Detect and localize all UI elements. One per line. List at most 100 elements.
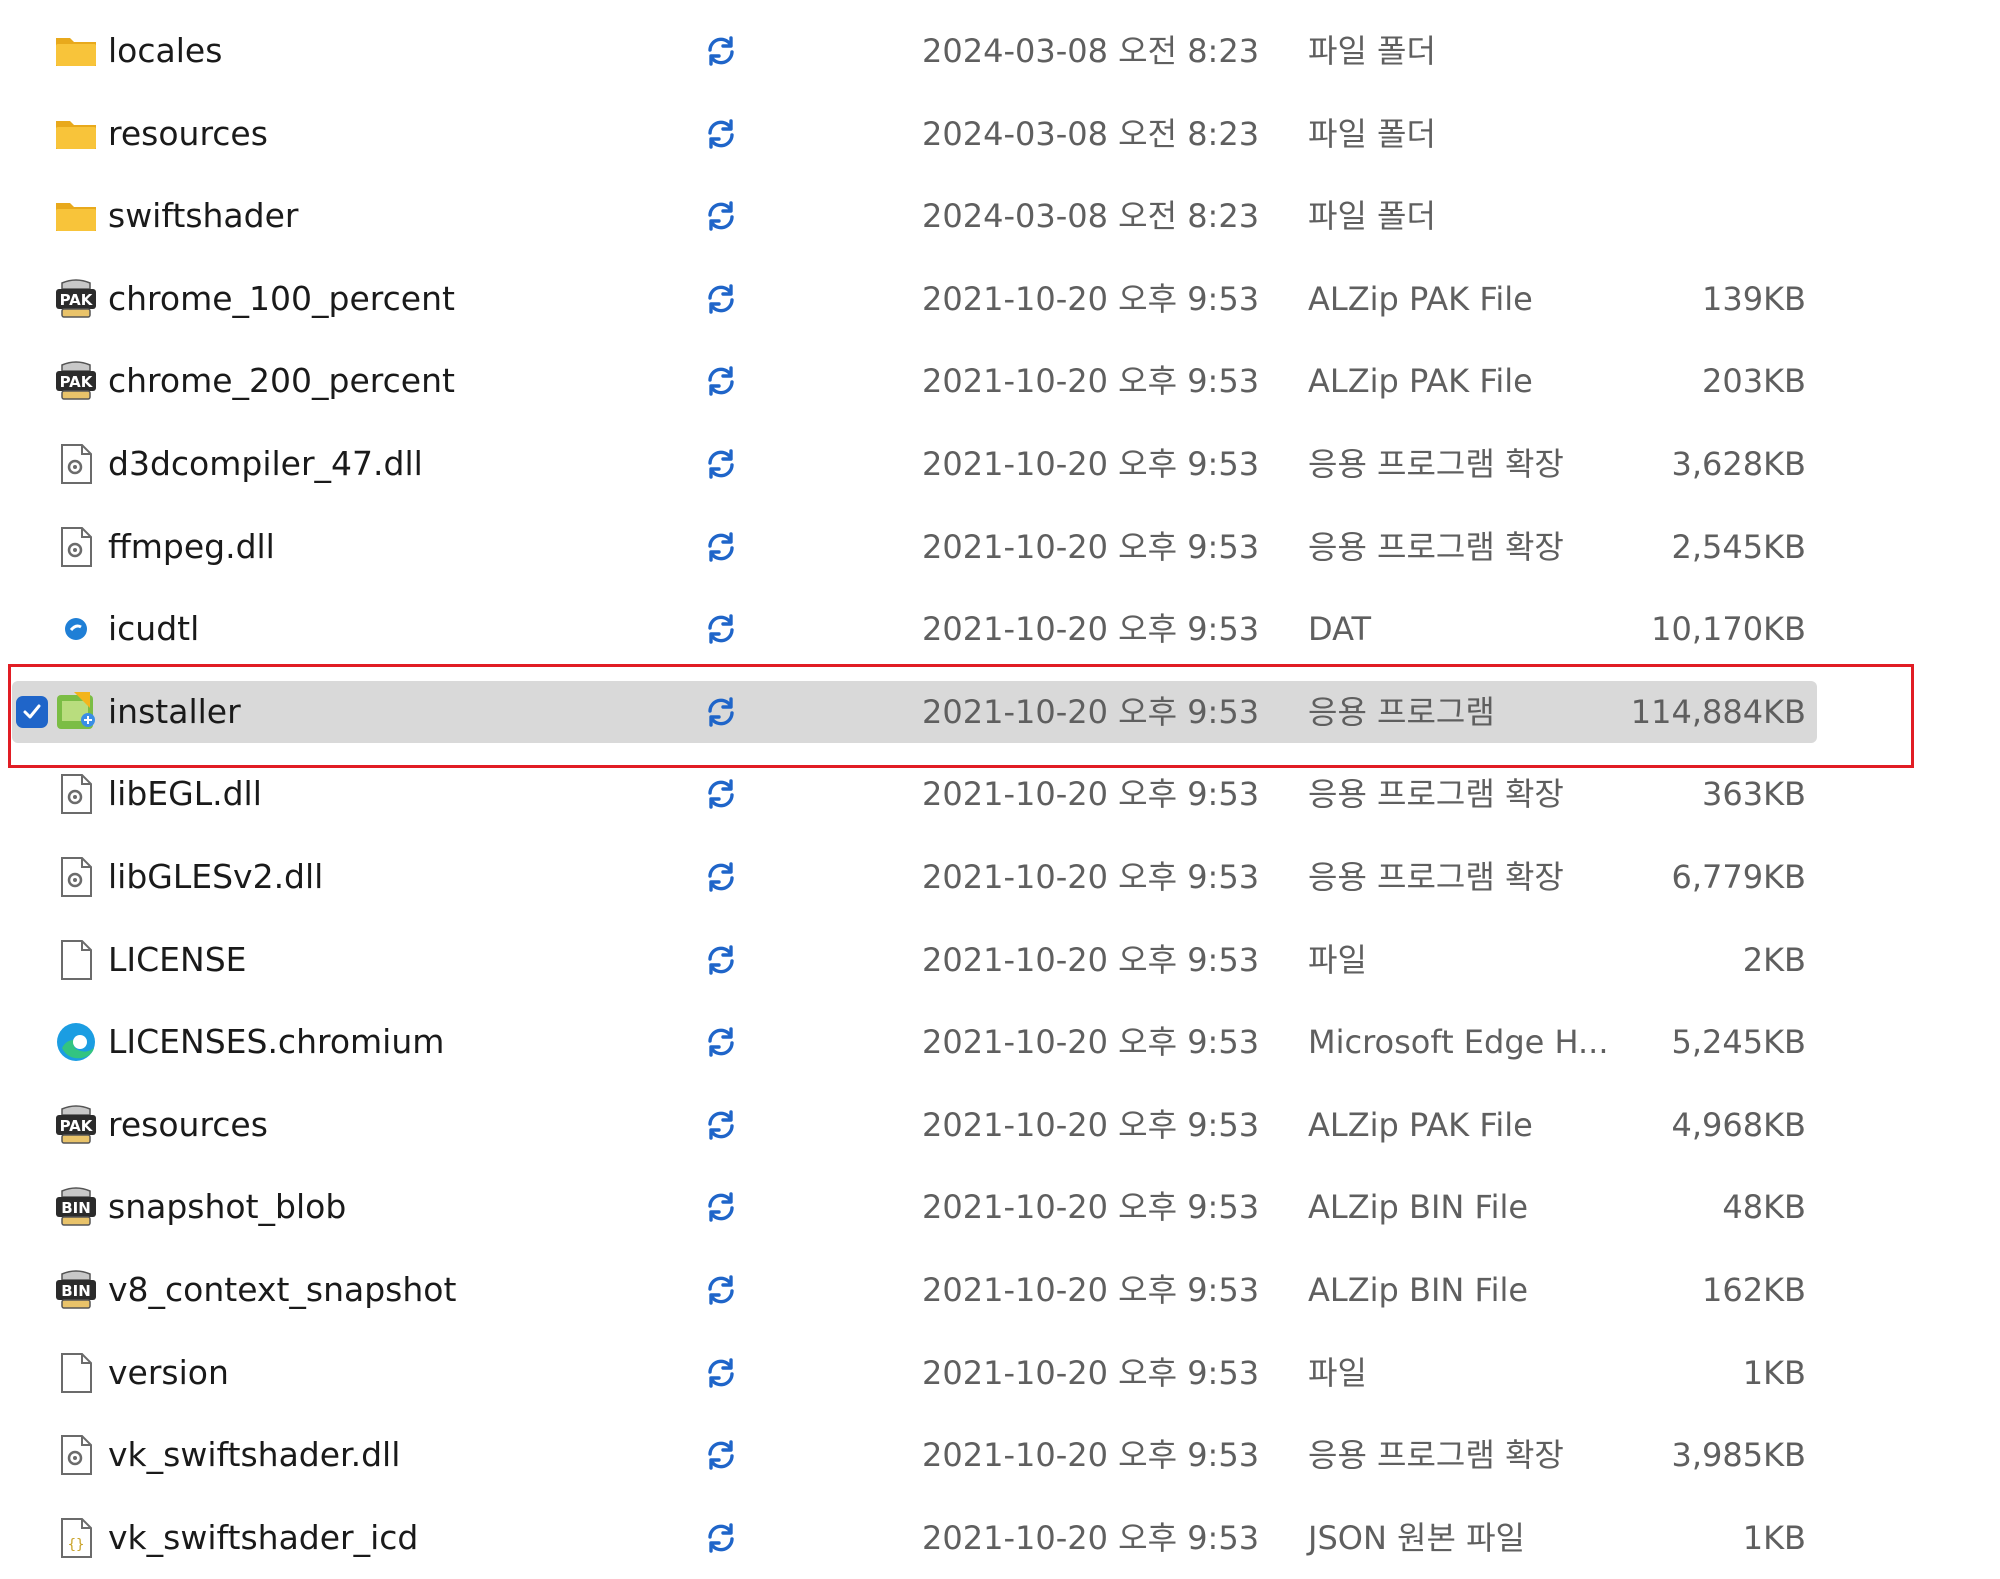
file-modified-date: 2021-10-20 오후 9:53 xyxy=(922,1436,1260,1475)
file-size xyxy=(1560,175,1806,257)
sync-status-icon xyxy=(704,1025,738,1059)
file-row[interactable]: libEGL.dll 2021-10-20 오후 9:53 응용 프로그램 확장 36… xyxy=(0,753,2000,835)
svg-text:{}: {} xyxy=(68,1537,85,1553)
file-row[interactable]: PAK resources 2021-10-20 오후 9:53 ALZip PAK … xyxy=(0,1084,2000,1166)
file-list: locales 2024-03-08 오전 8:23 파일 폴더 resources 2… xyxy=(0,0,2000,1558)
file-name[interactable]: libGLESv2.dll xyxy=(108,836,323,918)
file-size: 114,884KB xyxy=(1630,692,1806,731)
file-row[interactable]: LICENSE 2021-10-20 오후 9:53 파일 2KB xyxy=(0,919,2000,1001)
file-modified-date: 2021-10-20 오후 9:53 xyxy=(922,940,1260,979)
file-name[interactable]: v8_context_snapshot xyxy=(108,1249,456,1331)
sync-status-icon xyxy=(704,1190,738,1224)
file-type: ALZip BIN File xyxy=(1308,1271,1529,1309)
file-row[interactable]: BIN snapshot_blob 2021-10-20 오후 9:53 ALZip … xyxy=(0,1166,2000,1248)
file-size xyxy=(1560,93,1806,175)
file-size: 2KB xyxy=(1742,940,1806,979)
sync-status-icon xyxy=(704,117,738,151)
file-name[interactable]: version xyxy=(108,1332,229,1414)
file-name[interactable]: resources xyxy=(108,93,268,175)
installer-app-icon xyxy=(54,690,98,734)
file-type: 응용 프로그램 확장 xyxy=(1308,775,1564,814)
file-row[interactable]: LICENSES.chromium 2021-10-20 오후 9:53 Micro… xyxy=(0,1001,2000,1083)
file-name[interactable]: LICENSES.chromium xyxy=(108,1001,444,1083)
file-modified-date: 2021-10-20 오후 9:53 xyxy=(922,692,1260,731)
sync-status-icon xyxy=(704,447,738,481)
file-name[interactable]: locales xyxy=(108,10,222,92)
sync-status-icon xyxy=(704,943,738,977)
sync-status-icon xyxy=(704,1521,738,1555)
sync-status-icon xyxy=(704,1438,738,1472)
file-modified-date: 2021-10-20 오후 9:53 xyxy=(922,1188,1260,1227)
folder-icon xyxy=(54,194,98,238)
file-name[interactable]: chrome_100_percent xyxy=(108,258,455,340)
file-row[interactable]: d3dcompiler_47.dll 2021-10-20 오후 9:53 응용 프… xyxy=(0,423,2000,505)
file-modified-date: 2021-10-20 오후 9:53 xyxy=(922,1105,1260,1144)
sync-status-icon xyxy=(704,1273,738,1307)
file-modified-date: 2021-10-20 오후 9:53 xyxy=(922,1518,1260,1557)
file-name[interactable]: d3dcompiler_47.dll xyxy=(108,423,423,505)
bin-file-icon: BIN xyxy=(54,1268,98,1312)
blank-file-icon xyxy=(54,1351,98,1395)
file-type: 파일 xyxy=(1308,940,1367,979)
sync-status-icon xyxy=(704,364,738,398)
file-name[interactable]: LICENSE xyxy=(108,919,247,1001)
sync-status-icon xyxy=(704,612,738,646)
svg-text:PAK: PAK xyxy=(60,291,94,309)
sync-status-icon xyxy=(704,777,738,811)
folder-icon xyxy=(54,112,98,156)
svg-text:BIN: BIN xyxy=(61,1282,91,1300)
file-name[interactable]: vk_swiftshader_icd xyxy=(108,1497,418,1579)
file-type: 응용 프로그램 xyxy=(1308,692,1495,731)
pak-file-icon: PAK xyxy=(54,359,98,403)
file-type: JSON 원본 파일 xyxy=(1308,1518,1525,1557)
sync-status-icon xyxy=(704,530,738,564)
file-row[interactable]: BIN v8_context_snapshot 2021-10-20 오후 9:53… xyxy=(0,1249,2000,1331)
row-checkbox[interactable] xyxy=(16,695,48,728)
file-type: ALZip PAK File xyxy=(1308,1105,1533,1144)
sync-status-icon xyxy=(704,695,738,729)
file-name[interactable]: snapshot_blob xyxy=(108,1166,346,1248)
file-row[interactable]: locales 2024-03-08 오전 8:23 파일 폴더 xyxy=(0,10,2000,92)
file-name[interactable]: ffmpeg.dll xyxy=(108,506,275,588)
file-modified-date: 2021-10-20 오후 9:53 xyxy=(922,1271,1260,1309)
file-size: 6,779KB xyxy=(1671,858,1806,896)
file-size: 162KB xyxy=(1701,1271,1806,1309)
file-name[interactable]: icudtl xyxy=(108,588,199,670)
file-row[interactable]: PAK chrome_100_percent 2021-10-20 오후 9:53 A… xyxy=(0,258,2000,340)
file-modified-date: 2021-10-20 오후 9:53 xyxy=(922,362,1260,401)
file-modified-date: 2021-10-20 오후 9:53 xyxy=(922,527,1260,566)
file-row[interactable]: ffmpeg.dll 2021-10-20 오후 9:53 응용 프로그램 확장 2,… xyxy=(0,506,2000,588)
dll-file-icon xyxy=(54,1433,98,1477)
file-modified-date: 2021-10-20 오후 9:53 xyxy=(922,858,1260,896)
file-name[interactable]: installer xyxy=(108,671,241,753)
file-row[interactable]: version 2021-10-20 오후 9:53 파일 1KB xyxy=(0,1332,2000,1414)
file-row[interactable]: icudtl 2021-10-20 오후 9:53 DAT 10,170KB xyxy=(0,588,2000,670)
file-name[interactable]: libEGL.dll xyxy=(108,753,262,835)
file-row[interactable]: vk_swiftshader.dll 2021-10-20 오후 9:53 응용 프… xyxy=(0,1414,2000,1496)
file-size: 48KB xyxy=(1722,1188,1806,1227)
file-row[interactable]: installer 2021-10-20 오후 9:53 응용 프로그램 114,88… xyxy=(0,671,2000,753)
file-type: 응용 프로그램 확장 xyxy=(1308,858,1564,896)
file-row[interactable]: swiftshader 2024-03-08 오전 8:23 파일 폴더 xyxy=(0,175,2000,257)
file-size: 4,968KB xyxy=(1671,1105,1806,1144)
file-modified-date: 2024-03-08 오전 8:23 xyxy=(922,197,1260,236)
file-size xyxy=(1560,10,1806,92)
file-row[interactable]: libGLESv2.dll 2021-10-20 오후 9:53 응용 프로그램 확… xyxy=(0,836,2000,918)
pak-file-icon: PAK xyxy=(54,277,98,321)
json-file-icon: {} xyxy=(54,1516,98,1560)
file-modified-date: 2021-10-20 오후 9:53 xyxy=(922,1023,1260,1062)
file-row[interactable]: {} vk_swiftshader_icd 2021-10-20 오후 9:53 JS… xyxy=(0,1497,2000,1579)
file-name[interactable]: swiftshader xyxy=(108,175,298,257)
file-row[interactable]: PAK chrome_200_percent 2021-10-20 오후 9:53 A… xyxy=(0,340,2000,422)
dat-file-icon xyxy=(54,607,98,651)
file-modified-date: 2024-03-08 오전 8:23 xyxy=(922,32,1260,70)
file-name[interactable]: vk_swiftshader.dll xyxy=(108,1414,400,1496)
file-size: 1KB xyxy=(1742,1353,1806,1392)
file-name[interactable]: chrome_200_percent xyxy=(108,340,455,422)
sync-status-icon xyxy=(704,1108,738,1142)
file-name[interactable]: resources xyxy=(108,1084,268,1166)
file-row[interactable]: resources 2024-03-08 오전 8:23 파일 폴더 xyxy=(0,93,2000,175)
dll-file-icon xyxy=(54,855,98,899)
selection-highlight xyxy=(12,680,1817,743)
file-size: 5,245KB xyxy=(1671,1023,1806,1062)
